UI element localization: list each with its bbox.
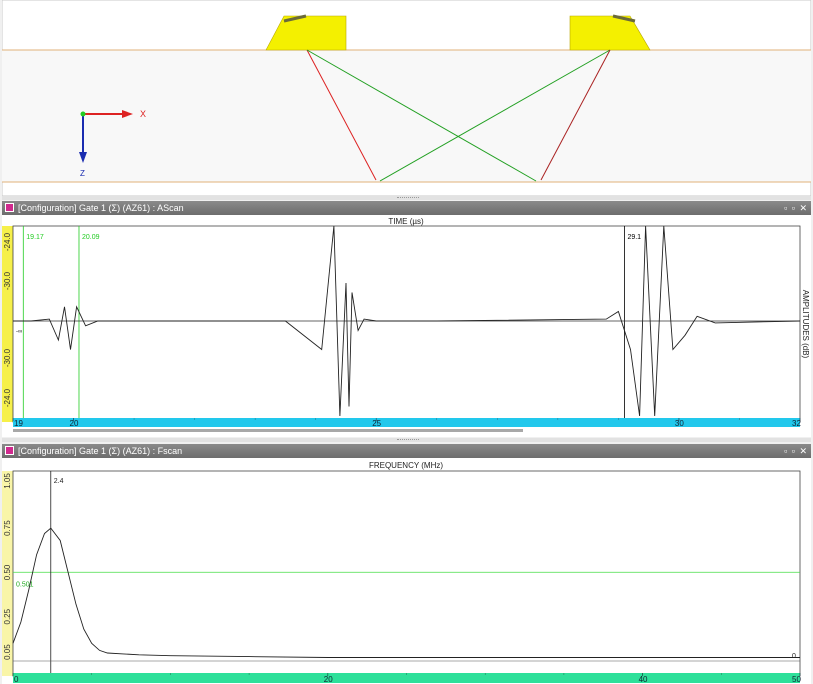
ascan-window-controls[interactable]: ▫ ▫ ✕ [784,201,808,215]
splitter-2[interactable] [2,438,811,442]
ascan-x-tick-label-3: 30 [675,419,684,428]
ascan-right-axis-title: AMPLITUDES (dB) [801,290,810,359]
fscan-y-tick-label-0: 1.05 [3,473,12,489]
fscan-x-tick-label-2: 40 [639,675,648,684]
fscan-title: [Configuration] Gate 1 (Σ) (AZ61) : Fsca… [18,446,183,456]
fscan-x-tick-label-1: 20 [324,675,333,684]
fscan-x-axis-title: FREQUENCY (MHz) [369,461,443,470]
fscan-y-tick-label-2: 0.50 [3,564,12,580]
ascan-scrollbar[interactable] [13,429,523,432]
ascan-plot-area[interactable] [12,225,801,423]
ascan-x-axis-title: TIME (µs) [388,217,424,226]
x-axis-label: X [140,109,146,119]
fscan-y-tick-label-4: 0.05 [3,644,12,660]
ascan-x-tick-label-2: 25 [372,419,381,428]
ascan-title-bar[interactable]: [Configuration] Gate 1 (Σ) (AZ61) : ASca… [2,201,811,215]
fscan-x-tick-label-0: 0 [14,675,19,684]
fscan-cursor-label: 2.4 [54,478,64,485]
probe-view[interactable]: X Z [2,0,811,196]
fscan-y-tick-label-1: 0.75 [3,520,12,536]
ascan-y-tick-label-2: -30.0 [3,348,12,367]
ascan-cursor-label-1: 20.09 [82,234,100,241]
fscan-y-tick-label-3: 0.25 [3,608,12,624]
fscan-title-bar[interactable]: [Configuration] Gate 1 (Σ) (AZ61) : Fsca… [2,444,811,458]
origin-dot [80,111,86,117]
fscan-threshold-label: 0.501 [16,581,34,588]
ascan-x-tick-label-0: 19 [14,419,23,428]
ascan-y-tick-label-1: -30.0 [3,271,12,290]
ascan-panel[interactable]: TIME (µs) AMPLITUDES (dB) -24.0 -30.0 -30.… [2,215,811,437]
ascan-x-tick-label-4: 32 [792,419,801,428]
fscan-panel[interactable]: FREQUENCY (MHz) 1.05 0.75 0.50 0.25 0.05 0.5… [2,458,811,684]
ascan-y-tick-label-3: -24.0 [3,388,12,407]
ascan-left-marker: -∞ [16,329,22,335]
ascan-y-tick-label-0: -24.0 [3,232,12,251]
ascan-cursor-label-2: 29.1 [627,234,641,241]
fscan-window-controls[interactable]: ▫ ▫ ✕ [784,444,808,458]
fscan-plot-area[interactable] [12,470,801,677]
fscan-right-end-label: 0 [792,653,796,660]
ascan-color-icon [5,203,14,212]
ascan-x-tick-label-1: 20 [70,419,79,428]
ascan-cursor-label-0: 19.17 [26,234,44,241]
fscan-color-icon [5,446,14,455]
z-axis-label: Z [80,169,85,178]
splitter-1[interactable] [2,196,811,200]
fscan-x-tick-label-3: 50 [792,675,801,684]
ascan-title: [Configuration] Gate 1 (Σ) (AZ61) : ASca… [18,203,184,213]
